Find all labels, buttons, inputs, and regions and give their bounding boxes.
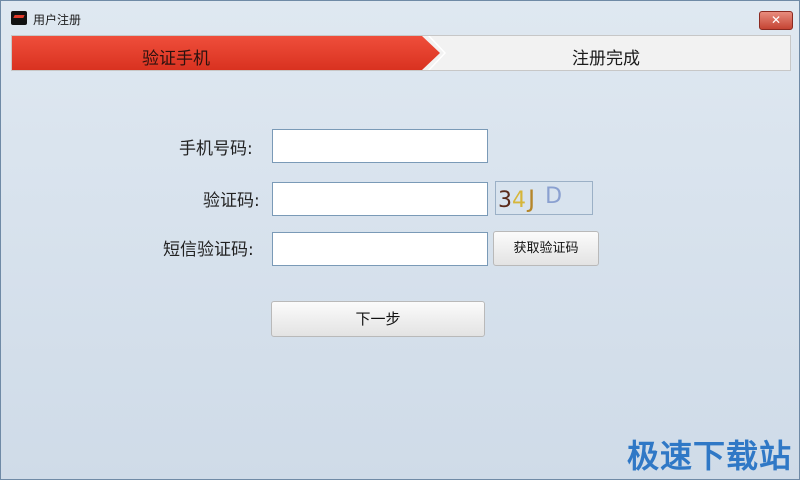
sms-code-label: 短信验证码:	[163, 240, 254, 260]
step-progress-bar: 验证手机 注册完成	[11, 35, 791, 71]
phone-label: 手机号码:	[179, 139, 253, 159]
step-verify-phone: 验证手机	[12, 36, 440, 70]
captcha-image[interactable]: 34J D	[495, 181, 593, 215]
sms-code-input[interactable]	[272, 232, 488, 266]
captcha-char: D	[545, 184, 563, 209]
step-verify-phone-label: 验证手机	[142, 49, 210, 69]
phone-input[interactable]	[272, 129, 488, 163]
step-complete-label: 注册完成	[572, 49, 640, 69]
captcha-char: J	[528, 185, 536, 213]
close-button[interactable]: ✕	[759, 11, 793, 30]
site-watermark: 极速下载站	[627, 437, 793, 475]
window-title: 用户注册	[33, 13, 82, 27]
get-code-button[interactable]: 获取验证码	[493, 231, 599, 266]
title-bar: 用户注册 ✕	[1, 1, 799, 35]
captcha-input[interactable]	[272, 182, 488, 216]
app-logo-icon	[11, 11, 27, 25]
captcha-label: 验证码:	[203, 191, 260, 211]
captcha-char: 3	[498, 188, 512, 213]
next-button[interactable]: 下一步	[271, 301, 485, 337]
registration-window: 用户注册 ✕ 验证手机 注册完成 手机号码: 验证码: 34J D 短信验证码: …	[0, 0, 800, 480]
captcha-char: 4	[512, 188, 526, 213]
